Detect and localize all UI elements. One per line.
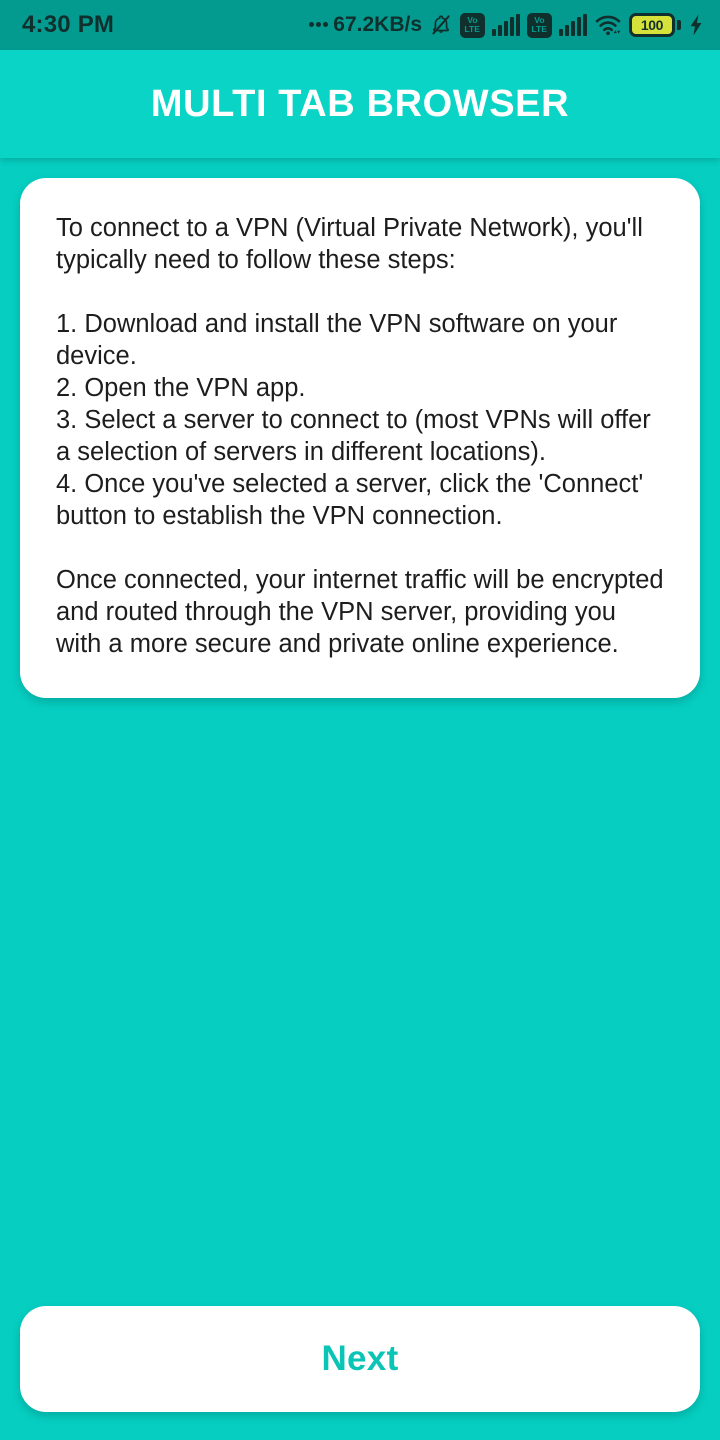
next-button[interactable]: Next [20,1306,700,1412]
bell-muted-icon [429,13,453,37]
volte-icon-sim1: Vo LTE [460,12,485,38]
battery-level-label: 100 [640,17,664,33]
volte-bottom-sim1: LTE [464,24,481,34]
network-speed-label: 67.2KB/s [333,13,422,36]
status-icons: 67.2KB/s Vo LTE Vo LTE 100 [309,12,704,38]
info-card-body: To connect to a VPN (Virtual Private Net… [56,214,664,658]
status-clock: 4:30 PM [22,11,115,38]
page-title: MULTI TAB BROWSER [150,82,570,125]
battery-body: 100 [629,13,675,37]
volte-bottom-sim2: LTE [531,24,548,34]
network-speed-indicator: 67.2KB/s [309,13,422,37]
signal-bars-icon-sim1 [492,14,520,36]
next-button-label: Next [321,1339,399,1378]
battery-icon: 100 [629,13,681,37]
volte-icon-sim2: Vo LTE [527,12,552,38]
ellipsis-icon [309,21,329,29]
app-bar: MULTI TAB BROWSER [0,50,720,158]
main-content: To connect to a VPN (Virtual Private Net… [0,158,720,1440]
wifi-icon [594,13,622,37]
signal-bars-icon-sim2 [559,14,587,36]
lightning-bolt-icon [688,13,704,37]
battery-cap [677,20,681,30]
app-screen: 4:30 PM 67.2KB/s Vo LTE Vo LTE 100 MULTI… [0,0,720,1440]
status-bar: 4:30 PM 67.2KB/s Vo LTE Vo LTE 100 [0,0,720,50]
info-card: To connect to a VPN (Virtual Private Net… [20,178,700,698]
